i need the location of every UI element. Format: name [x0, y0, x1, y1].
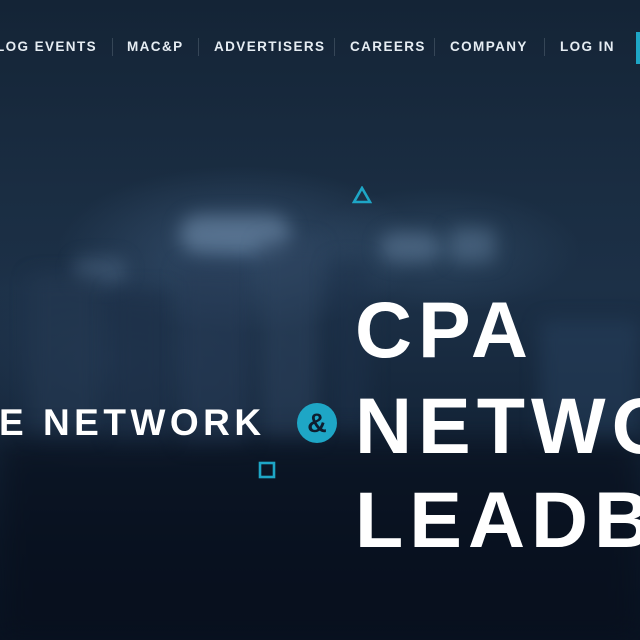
- hero-headline-line-1: CPA: [355, 285, 534, 374]
- hero-headline-line-2: NETWO: [355, 381, 640, 470]
- top-navigation: LOG EVENTS MAC&P ADVERTISERS CAREERS COM…: [0, 0, 640, 92]
- nav-item-macp[interactable]: MAC&P: [127, 39, 184, 54]
- nav-separator: [198, 38, 199, 56]
- hero-tagline: E NETWORK: [0, 402, 266, 443]
- triangle-outline-icon: [352, 186, 372, 204]
- bg-blur: [450, 228, 495, 262]
- ampersand-badge: &: [297, 403, 337, 443]
- nav-item-log-in[interactable]: LOG IN: [560, 39, 615, 54]
- nav-item-careers[interactable]: CAREERS: [350, 39, 426, 54]
- nav-separator: [112, 38, 113, 56]
- nav-item-advertisers[interactable]: ADVERTISERS: [214, 39, 325, 54]
- hero-section: LOG EVENTS MAC&P ADVERTISERS CAREERS COM…: [0, 0, 640, 640]
- nav-separator: [434, 38, 435, 56]
- nav-separator: [544, 38, 545, 56]
- nav-cta-button[interactable]: [636, 32, 640, 64]
- square-outline-icon: [258, 461, 276, 479]
- nav-item-company[interactable]: COMPANY: [450, 39, 528, 54]
- nav-item-log-events[interactable]: LOG EVENTS: [0, 39, 97, 54]
- hero-headline-line-3: LEADB: [355, 475, 640, 564]
- nav-separator: [334, 38, 335, 56]
- bg-blur: [380, 232, 440, 262]
